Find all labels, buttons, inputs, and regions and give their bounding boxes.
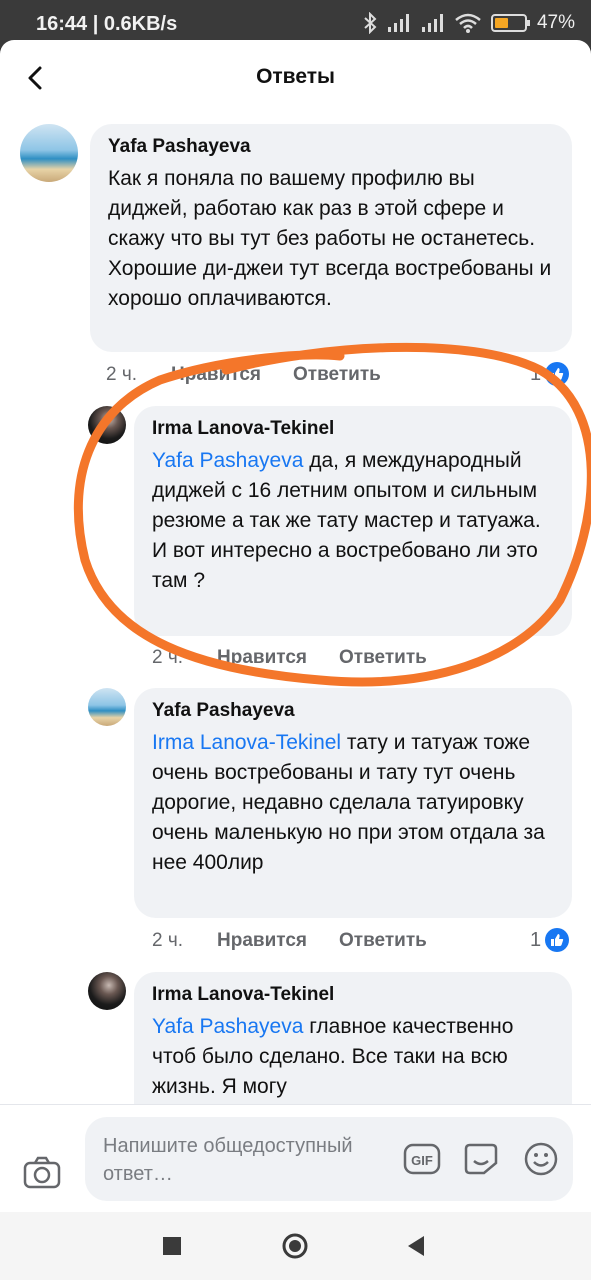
reply-input-placeholder: Напишите общедоступный ответ…	[103, 1135, 353, 1185]
avatar[interactable]	[88, 406, 126, 444]
comment-text: Как я поняла по вашему профилю вы диджей…	[108, 167, 552, 310]
status-icons: 47%	[363, 12, 575, 34]
comment-time: 2 ч.	[152, 647, 184, 668]
comment-author[interactable]: Yafa Pashayeva	[152, 700, 554, 722]
reaction-count[interactable]: 1	[530, 928, 570, 952]
avatar[interactable]	[20, 124, 78, 182]
comment-text: Yafa Pashayeva главное качественно чтоб …	[152, 1015, 514, 1098]
wifi-icon	[455, 13, 481, 33]
battery-percent: 47%	[536, 12, 575, 33]
comment-time: 2 ч.	[152, 930, 184, 951]
reaction-number: 1	[530, 362, 542, 385]
reply-button[interactable]: Ответить	[293, 364, 381, 386]
emoji-icon[interactable]	[523, 1141, 559, 1177]
sticker-icon[interactable]	[462, 1141, 500, 1177]
comment-bubble: Yafa Pashayeva Irma Lanova-Tekinel тату …	[134, 688, 572, 918]
reply-input[interactable]: Напишите общедоступный ответ… GIF	[85, 1117, 573, 1201]
gif-icon[interactable]: GIF	[403, 1141, 441, 1177]
thumbs-up-icon	[545, 362, 570, 386]
comment-time: 2 ч.	[106, 364, 138, 385]
svg-text:GIF: GIF	[411, 1153, 433, 1168]
replies-sheet: Ответы Yafa Pashayeva Как я поняла по ва…	[0, 40, 591, 1212]
comment-author[interactable]: Yafa Pashayeva	[108, 136, 554, 158]
comment-bubble: Yafa Pashayeva Как я поняла по вашему пр…	[90, 124, 572, 352]
like-button[interactable]: Нравится	[171, 364, 261, 386]
reply-button[interactable]: Ответить	[339, 930, 427, 952]
home-icon[interactable]	[281, 1232, 309, 1260]
reaction-number: 1	[530, 928, 542, 951]
page-title: Ответы	[256, 65, 335, 88]
avatar[interactable]	[88, 972, 126, 1010]
battery-icon	[490, 14, 530, 32]
comment-author[interactable]: Irma Lanova-Tekinel	[152, 984, 554, 1006]
back-icon[interactable]	[404, 1234, 428, 1258]
comment-meta: 2 ч. Нравится Ответить	[106, 364, 381, 386]
mention-link[interactable]: Irma Lanova-Tekinel	[152, 731, 341, 754]
like-button[interactable]: Нравится	[217, 647, 307, 669]
comment-meta: 2 ч. Нравится Ответить	[152, 930, 427, 952]
thumbs-up-icon	[545, 928, 570, 952]
mention-link[interactable]: Yafa Pashayeva	[152, 1015, 303, 1038]
header: Ответы	[0, 40, 591, 116]
recents-icon[interactable]	[162, 1236, 182, 1256]
avatar[interactable]	[88, 688, 126, 726]
comment-text: Irma Lanova-Tekinel тату и татуаж тоже о…	[152, 731, 545, 874]
reply-composer: Напишите общедоступный ответ… GIF	[0, 1104, 591, 1212]
status-time: 16:44 | 0.6KB/s	[36, 13, 178, 35]
camera-icon[interactable]	[22, 1153, 62, 1193]
bluetooth-icon	[364, 12, 377, 34]
signal-icon	[421, 14, 443, 32]
reaction-count[interactable]: 1	[530, 362, 570, 386]
comment-bubble: Irma Lanova-Tekinel Yafa Pashayeva да, я…	[134, 406, 572, 636]
system-nav-bar	[0, 1212, 591, 1280]
mention-link[interactable]: Yafa Pashayeva	[152, 449, 303, 472]
comment-text: Yafa Pashayeva да, я международный дидже…	[152, 449, 541, 592]
comment-meta: 2 ч. Нравится Ответить	[152, 647, 427, 669]
comment-author[interactable]: Irma Lanova-Tekinel	[152, 418, 554, 440]
reply-button[interactable]: Ответить	[339, 647, 427, 669]
like-button[interactable]: Нравится	[217, 930, 307, 952]
signal-icon	[387, 14, 409, 32]
